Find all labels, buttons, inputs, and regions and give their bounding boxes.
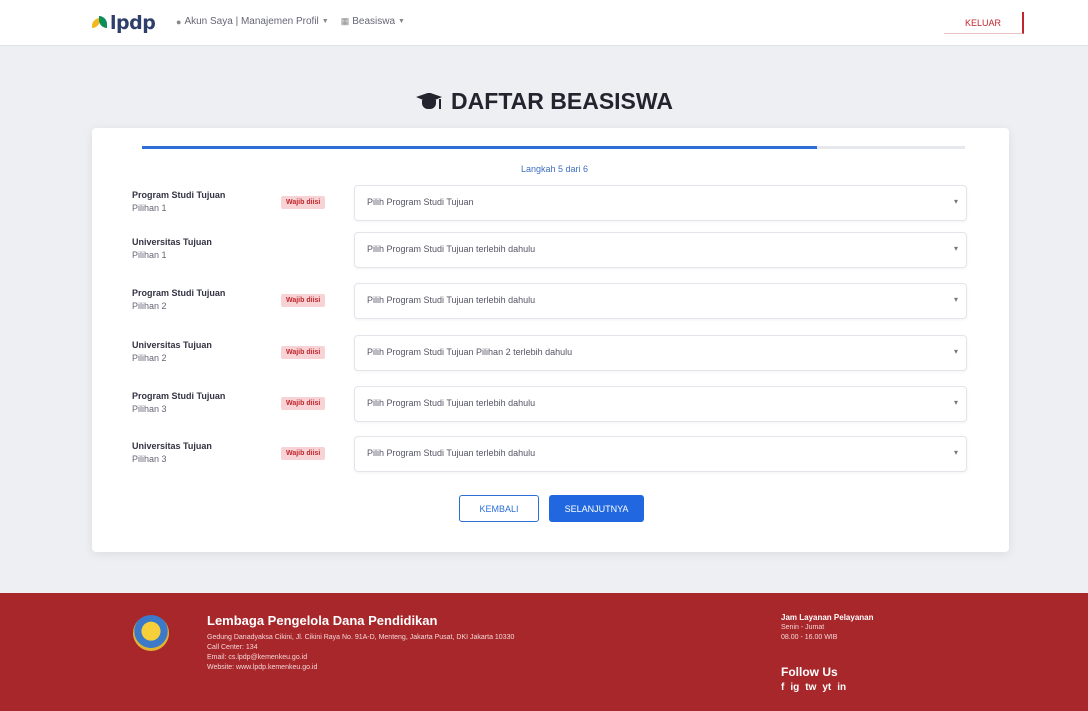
- required-badge: Wajib diisi: [281, 397, 326, 410]
- form-row-prodi-2: Program Studi Tujuan Pilihan 2 Wajib diis…: [132, 283, 972, 319]
- footer-service-hours: Jam Layanan Pelayanan Senin - Jumat 08.0…: [781, 613, 874, 641]
- field-label: Universitas Tujuan Pilihan 3: [132, 441, 212, 464]
- univ-2-select[interactable]: Pilih Program Studi Tujuan Pilihan 2 ter…: [354, 335, 967, 371]
- facebook-icon[interactable]: f: [781, 682, 784, 693]
- form-row-univ-1: Universitas Tujuan Pilihan 1 Pilih Progra…: [132, 232, 972, 268]
- nav-item-profile[interactable]: ● Akun Saya | Manajemen Profil ▼: [176, 16, 329, 27]
- next-button[interactable]: SELANJUTNYA: [549, 495, 644, 522]
- registration-card: Langkah 5 dari 6 Program Studi Tujuan Pil…: [92, 128, 1009, 552]
- chevron-down-icon: ▾: [953, 295, 958, 304]
- univ-3-select[interactable]: Pilih Program Studi Tujuan terlebih dahu…: [354, 436, 967, 472]
- nav-item-beasiswa[interactable]: ▦ Beasiswa ▼: [341, 16, 405, 27]
- footer: Lembaga Pengelola Dana Pendidikan Gedung…: [0, 593, 1088, 711]
- prodi-2-select[interactable]: Pilih Program Studi Tujuan terlebih dahu…: [354, 283, 967, 319]
- page-title: DAFTAR BEASISWA: [0, 88, 1088, 115]
- nav-item-beasiswa-label: Beasiswa: [352, 16, 396, 27]
- nav-menu: ● Akun Saya | Manajemen Profil ▼ ▦ Beasi…: [176, 16, 405, 27]
- follow-us-label: Follow Us: [781, 665, 838, 679]
- logo-icon: [92, 15, 108, 31]
- logo-text: lpdp: [110, 12, 156, 34]
- form-row-univ-2: Universitas Tujuan Pilihan 2 Wajib diisi …: [132, 335, 972, 371]
- chevron-down-icon: ▾: [953, 244, 958, 253]
- graduation-cap-icon: [415, 91, 443, 113]
- required-badge: Wajib diisi: [281, 447, 326, 460]
- lpdp-logo[interactable]: lpdp: [92, 12, 156, 34]
- chevron-down-icon: ▼: [398, 18, 405, 25]
- required-badge: Wajib diisi: [281, 346, 326, 359]
- univ-1-select[interactable]: Pilih Program Studi Tujuan terlebih dahu…: [354, 232, 967, 268]
- field-label: Program Studi Tujuan Pilihan 2: [132, 288, 226, 311]
- chevron-down-icon: ▾: [953, 197, 958, 206]
- emblem-logo: [133, 615, 169, 651]
- chevron-down-icon: ▾: [953, 347, 958, 356]
- chevron-down-icon: ▾: [953, 398, 958, 407]
- user-icon: ●: [176, 16, 182, 27]
- field-label: Universitas Tujuan Pilihan 2: [132, 340, 212, 363]
- footer-contact: Gedung Danadyaksa Cikini, Jl. Cikini Ray…: [207, 634, 515, 671]
- field-label: Universitas Tujuan Pilihan 1: [132, 237, 212, 260]
- chevron-down-icon: ▾: [953, 448, 958, 457]
- field-label: Program Studi Tujuan Pilihan 3: [132, 391, 226, 414]
- form-row-univ-3: Universitas Tujuan Pilihan 3 Wajib diisi …: [132, 436, 972, 472]
- form-row-prodi-3: Program Studi Tujuan Pilihan 3 Wajib diis…: [132, 386, 972, 422]
- step-label: Langkah 5 dari 6: [520, 164, 589, 174]
- logout-button[interactable]: KELUAR: [944, 12, 1024, 34]
- top-navbar: lpdp ● Akun Saya | Manajemen Profil ▼ ▦ …: [0, 0, 1088, 46]
- progress-bar: [142, 146, 965, 149]
- grid-icon: ▦: [340, 16, 350, 26]
- form-row-prodi-1: Program Studi Tujuan Pilihan 1 Wajib diis…: [132, 185, 972, 221]
- nav-item-profile-label: Akun Saya | Manajemen Profil: [184, 16, 319, 27]
- social-links: f ig tw yt in: [781, 682, 846, 693]
- prodi-1-select[interactable]: Pilih Program Studi Tujuan ▾: [354, 185, 967, 221]
- chevron-down-icon: ▼: [321, 18, 329, 25]
- linkedin-icon[interactable]: in: [837, 682, 846, 693]
- progress-fill: [142, 146, 817, 149]
- field-label: Program Studi Tujuan Pilihan 1: [132, 190, 226, 213]
- back-button[interactable]: KEMBALI: [459, 495, 539, 522]
- twitter-icon[interactable]: tw: [805, 682, 816, 693]
- page-title-text: DAFTAR BEASISWA: [451, 88, 673, 114]
- instagram-icon[interactable]: ig: [790, 682, 799, 693]
- prodi-3-select[interactable]: Pilih Program Studi Tujuan terlebih dahu…: [354, 386, 967, 422]
- required-badge: Wajib diisi: [281, 294, 326, 307]
- footer-org-name: Lembaga Pengelola Dana Pendidikan: [207, 613, 438, 628]
- required-badge: Wajib diisi: [281, 196, 326, 209]
- youtube-icon[interactable]: yt: [822, 682, 831, 693]
